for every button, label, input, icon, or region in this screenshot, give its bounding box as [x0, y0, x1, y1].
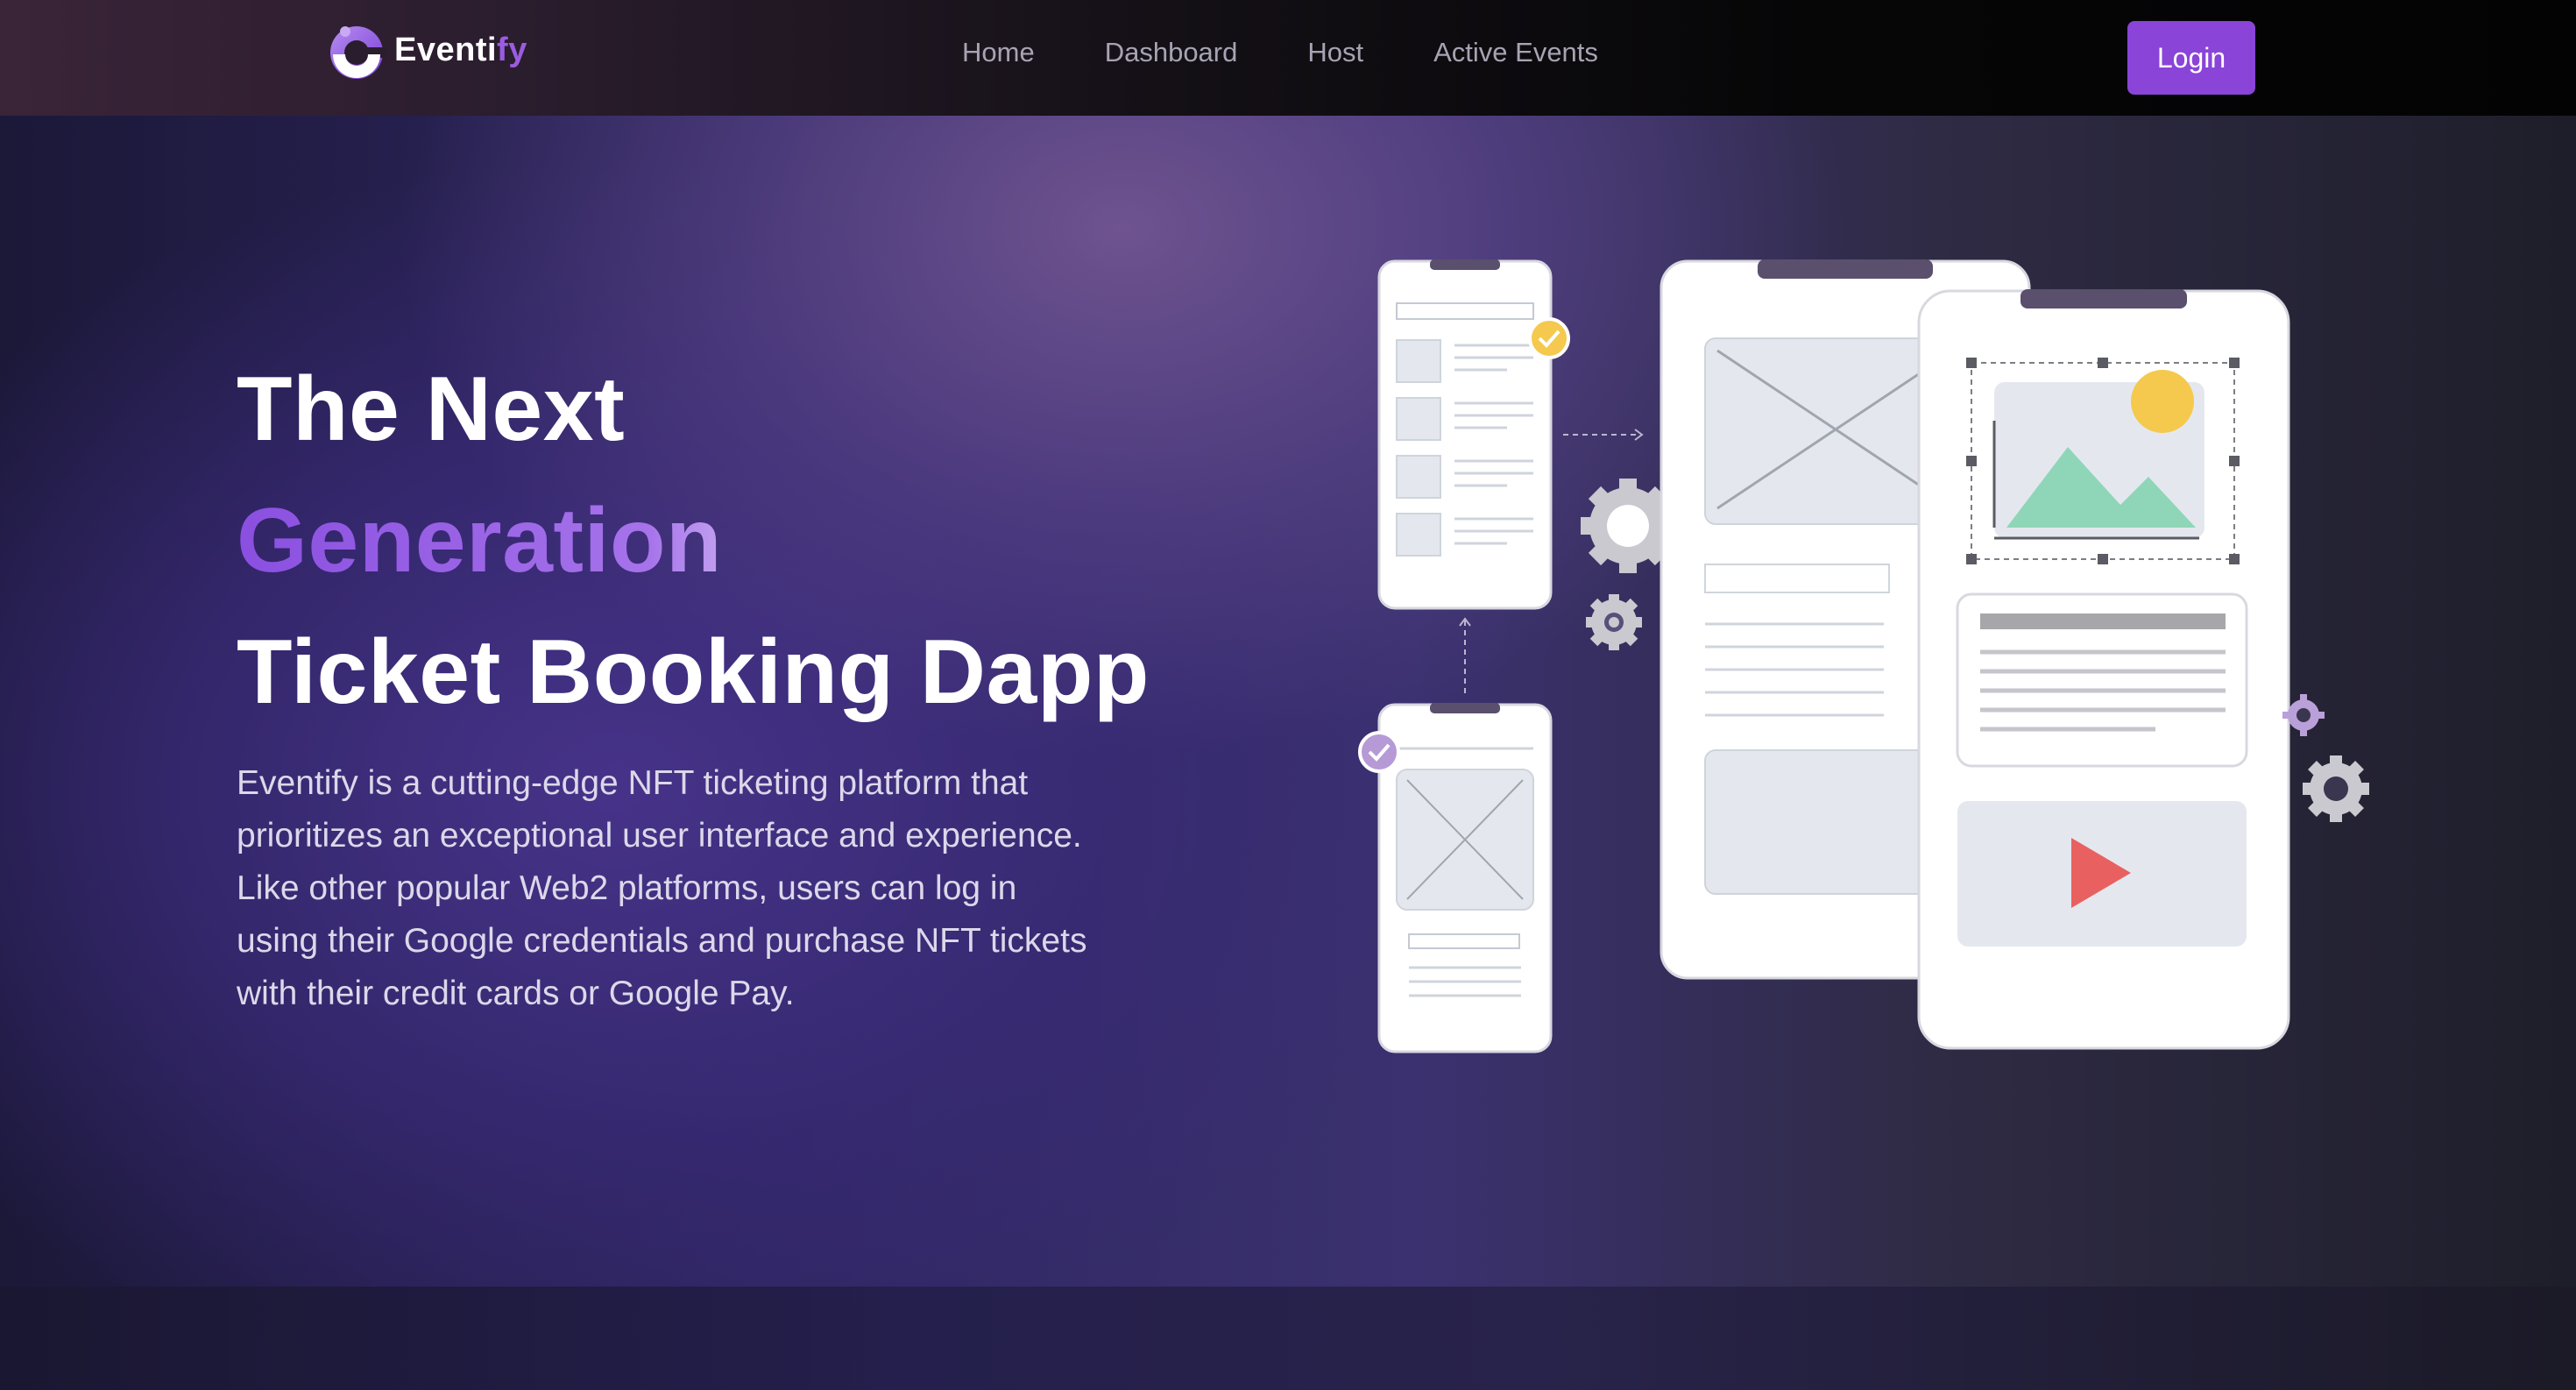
brand-name: Eventify [394, 31, 527, 68]
eventify-logo-icon [330, 26, 386, 79]
small-phone-top-illustration [1377, 259, 1553, 610]
hero-description: Eventify is a cutting-edge NFT ticketing… [237, 764, 1087, 1012]
check-badge-yellow-icon [1528, 317, 1570, 359]
hero-title-line-2: Generation [237, 475, 1150, 606]
nav-dashboard[interactable]: Dashboard [1105, 37, 1238, 68]
hero-title-line-1: The Next [237, 358, 626, 460]
hero-title: The Next Generation Ticket Booking Dapp [237, 344, 1150, 738]
small-phone-bottom-illustration [1377, 703, 1553, 1053]
gear-icon-right [2282, 694, 2369, 822]
login-button[interactable]: Login [2127, 21, 2255, 95]
page: Eventify Home Dashboard Host Active Even… [0, 0, 2576, 1390]
nav-home[interactable]: Home [962, 37, 1035, 68]
lower-section [0, 1287, 2576, 1390]
brand-logo[interactable]: Eventify [326, 19, 527, 81]
nav-host[interactable]: Host [1307, 37, 1363, 68]
check-badge-purple-icon [1358, 731, 1400, 773]
main-nav: Home Dashboard Host Active Events [962, 37, 1668, 68]
right-phone-illustration [1917, 289, 2290, 1050]
navbar: Eventify Home Dashboard Host Active Even… [0, 0, 2576, 116]
nav-active-events[interactable]: Active Events [1433, 37, 1598, 68]
hero-illustration [1358, 259, 2369, 1053]
hero-title-line-3: Ticket Booking Dapp [237, 621, 1150, 723]
